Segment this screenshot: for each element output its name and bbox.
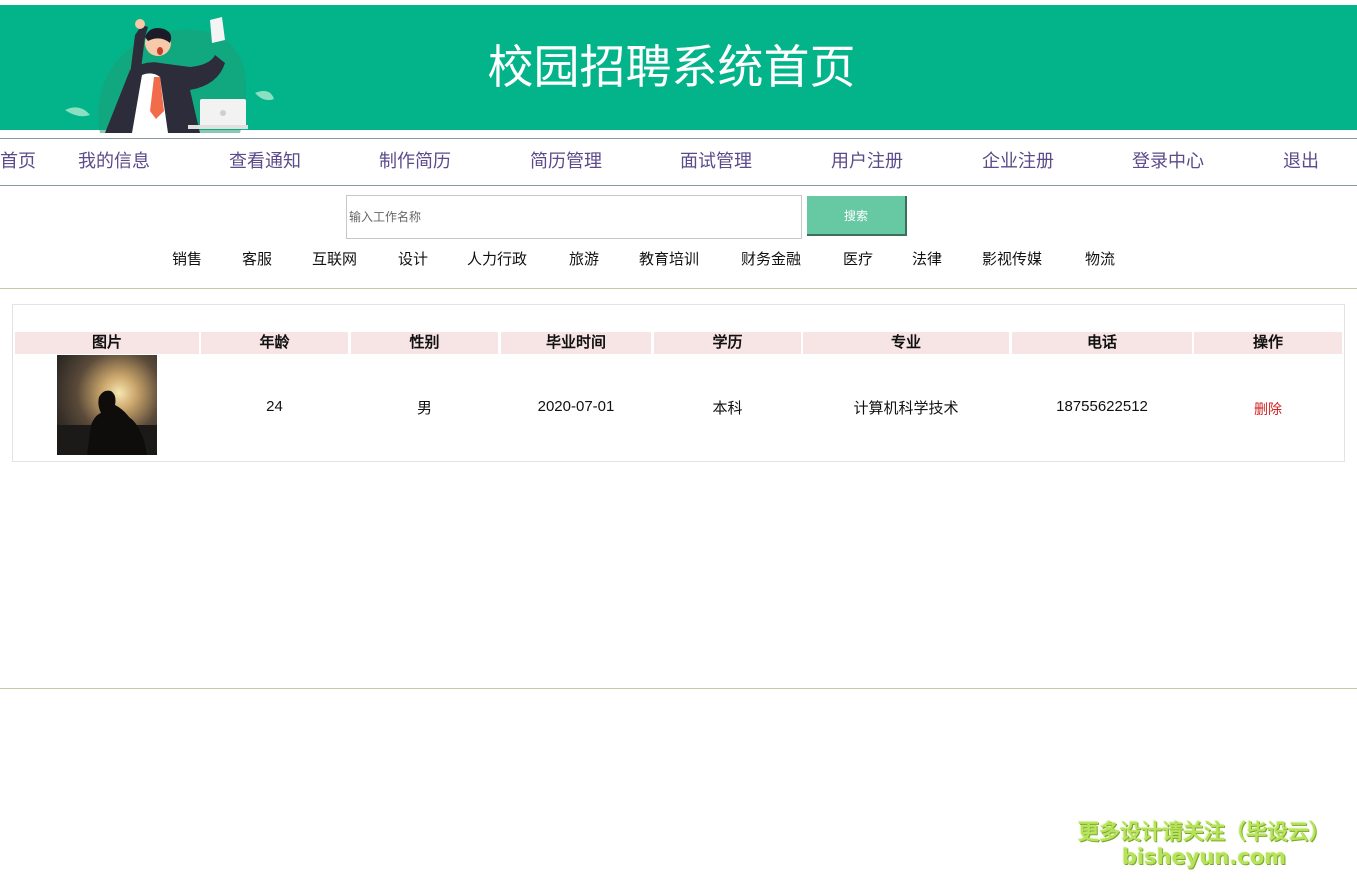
cell-age: 24 bbox=[266, 398, 283, 415]
col-header-age: 年龄 bbox=[201, 332, 348, 354]
header-banner: 校园招聘系统首页 bbox=[0, 5, 1357, 133]
category-finance[interactable]: 财务金融 bbox=[741, 248, 801, 269]
col-header-major: 专业 bbox=[803, 332, 1009, 354]
nav-item-resume-manage[interactable]: 简历管理 bbox=[530, 139, 602, 185]
delete-link[interactable]: 删除 bbox=[1254, 401, 1282, 417]
nav-item-company-register[interactable]: 企业注册 bbox=[982, 139, 1054, 185]
nav-item-my-info[interactable]: 我的信息 bbox=[78, 139, 150, 185]
cell-phone: 18755622512 bbox=[1056, 398, 1148, 415]
category-logistics[interactable]: 物流 bbox=[1085, 248, 1115, 269]
category-customer-service[interactable]: 客服 bbox=[242, 248, 272, 269]
category-law[interactable]: 法律 bbox=[912, 248, 942, 269]
nav-item-home[interactable]: 首页 bbox=[0, 139, 36, 185]
col-header-gender: 性别 bbox=[351, 332, 498, 354]
main-nav: 首页 我的信息 查看通知 制作简历 简历管理 面试管理 用户注册 企业注册 登录… bbox=[0, 138, 1357, 186]
nav-item-create-resume[interactable]: 制作简历 bbox=[379, 139, 451, 185]
category-media[interactable]: 影视传媒 bbox=[982, 248, 1042, 269]
watermark-url: bisheyun.com bbox=[1121, 845, 1287, 869]
cell-action: 删除 bbox=[1194, 398, 1342, 420]
resume-photo bbox=[57, 355, 157, 455]
col-header-photo: 图片 bbox=[15, 332, 199, 354]
category-design[interactable]: 设计 bbox=[398, 248, 428, 269]
category-hr-admin[interactable]: 人力行政 bbox=[467, 248, 527, 269]
col-header-graduation: 毕业时间 bbox=[501, 332, 651, 354]
col-header-action: 操作 bbox=[1194, 332, 1342, 354]
nav-item-login-center[interactable]: 登录中心 bbox=[1132, 139, 1204, 185]
nav-item-user-register[interactable]: 用户注册 bbox=[831, 139, 903, 185]
col-header-education: 学历 bbox=[654, 332, 801, 354]
category-travel[interactable]: 旅游 bbox=[569, 248, 599, 269]
divider bbox=[0, 288, 1357, 289]
cell-gender: 男 bbox=[416, 400, 432, 417]
col-header-phone: 电话 bbox=[1012, 332, 1192, 354]
search-button[interactable]: 搜索 bbox=[807, 196, 907, 236]
job-search-input[interactable] bbox=[346, 195, 802, 239]
nav-item-logout[interactable]: 退出 bbox=[1283, 139, 1319, 185]
cell-graduation: 2020-07-01 bbox=[537, 398, 615, 415]
cell-major: 计算机科学技术 bbox=[853, 400, 959, 417]
category-education[interactable]: 教育培训 bbox=[639, 248, 699, 269]
page: 校园招聘系统首页 首页 我的信息 查看通知 制作简历 简历管理 面试管理 用户注… bbox=[0, 0, 1357, 894]
resume-table-card bbox=[12, 304, 1345, 462]
category-internet[interactable]: 互联网 bbox=[312, 248, 357, 269]
nav-item-interview-manage[interactable]: 面试管理 bbox=[680, 139, 752, 185]
divider bbox=[0, 688, 1357, 689]
nav-item-notices[interactable]: 查看通知 bbox=[229, 139, 301, 185]
category-medical[interactable]: 医疗 bbox=[843, 248, 873, 269]
category-sales[interactable]: 销售 bbox=[172, 248, 202, 269]
cell-education: 本科 bbox=[712, 400, 743, 417]
watermark-text: 更多设计请关注（毕设云） bbox=[1078, 820, 1330, 844]
page-title: 校园招聘系统首页 bbox=[487, 40, 856, 94]
